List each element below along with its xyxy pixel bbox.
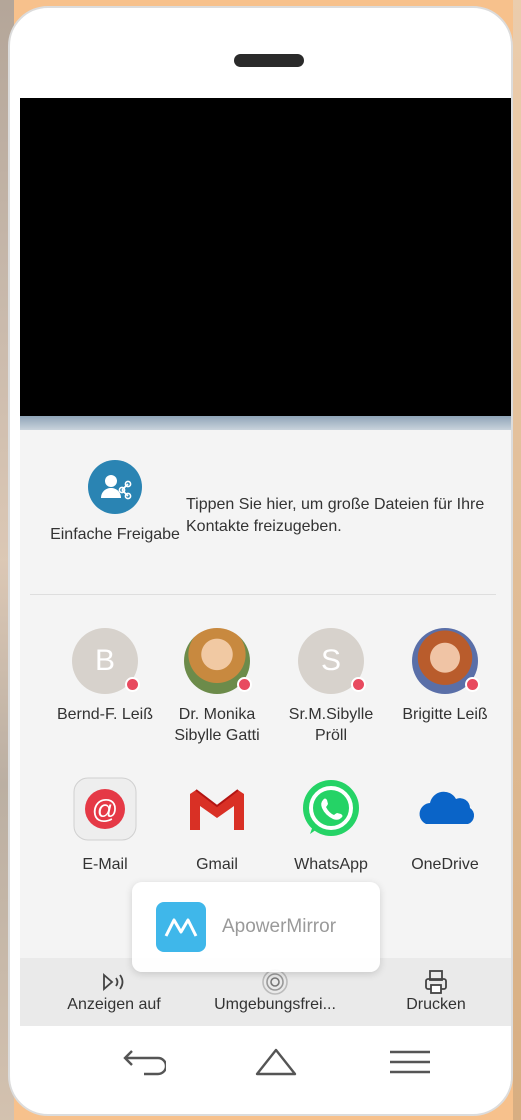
action-label: Umgebungsfrei... [214, 996, 336, 1013]
screen-preview-area [20, 98, 511, 418]
simple-share-label: Einfache Freigabe [50, 526, 180, 543]
avatar: B [72, 628, 140, 694]
app-item-whatsapp[interactable]: WhatsApp [276, 776, 386, 874]
onedrive-icon [412, 776, 478, 842]
gmail-icon [184, 776, 250, 842]
contact-badge-icon [465, 677, 480, 692]
print-icon [386, 968, 486, 996]
menu-icon [390, 1050, 430, 1074]
contact-item[interactable]: S Sr.M.Sibylle Pröll [276, 628, 386, 746]
whatsapp-icon [298, 776, 364, 842]
speaker-grille [234, 54, 304, 67]
screen-preview-edge [20, 416, 511, 430]
navigation-bar [20, 1026, 511, 1096]
app-name: OneDrive [411, 856, 479, 873]
apowermirror-toast: ApowerMirror [132, 882, 380, 972]
contact-badge-icon [125, 677, 140, 692]
home-icon [255, 1048, 297, 1076]
divider [30, 594, 496, 595]
contact-item[interactable]: Brigitte Leiß [390, 628, 500, 725]
contact-name: Dr. Monika Sibylle Gatti [174, 706, 260, 744]
svg-text:@: @ [92, 794, 118, 824]
contact-name: Brigitte Leiß [402, 706, 488, 723]
action-label: Anzeigen auf [67, 996, 161, 1013]
app-item-onedrive[interactable]: OneDrive [390, 776, 500, 874]
contact-name: Bernd-F. Leiß [56, 706, 154, 723]
cast-icon [64, 968, 164, 996]
home-button[interactable] [246, 1042, 306, 1082]
background-screen-strip-right [513, 0, 521, 1120]
apowermirror-logo-icon [156, 902, 206, 952]
email-icon: @ [72, 776, 138, 842]
app-name: WhatsApp [294, 856, 368, 873]
share-contacts-icon [88, 460, 142, 514]
app-name: E-Mail [82, 856, 128, 873]
action-umgebungsfreigabe[interactable]: Umgebungsfrei... [200, 968, 350, 1014]
back-button[interactable] [112, 1042, 172, 1082]
action-anzeigen-auf[interactable]: Anzeigen auf [64, 968, 164, 1014]
avatar [184, 628, 252, 694]
back-icon [123, 1050, 166, 1076]
app-item-email[interactable]: @ E-Mail [50, 776, 160, 874]
app-name: Gmail [196, 856, 238, 873]
action-label: Drucken [406, 996, 466, 1013]
contact-item[interactable]: B Bernd-F. Leiß [50, 628, 160, 725]
action-drucken[interactable]: Drucken [386, 968, 486, 1014]
contact-badge-icon [237, 677, 252, 692]
app-item-gmail[interactable]: Gmail [162, 776, 272, 874]
simple-share-description[interactable]: Tippen Sie hier, um große Dateien für Ih… [186, 494, 496, 538]
avatar: S [298, 628, 366, 694]
nearby-share-icon [200, 968, 350, 996]
contact-item[interactable]: Dr. Monika Sibylle Gatti [162, 628, 272, 746]
contact-name: Sr.M.Sibylle Pröll [288, 706, 374, 744]
menu-button[interactable] [380, 1042, 440, 1082]
avatar-initial: S [320, 644, 341, 677]
simple-share-button[interactable]: Einfache Freigabe [50, 460, 180, 546]
avatar-initial: B [94, 644, 115, 677]
avatar [412, 628, 480, 694]
toast-text: ApowerMirror [222, 916, 337, 937]
contact-badge-icon [351, 677, 366, 692]
